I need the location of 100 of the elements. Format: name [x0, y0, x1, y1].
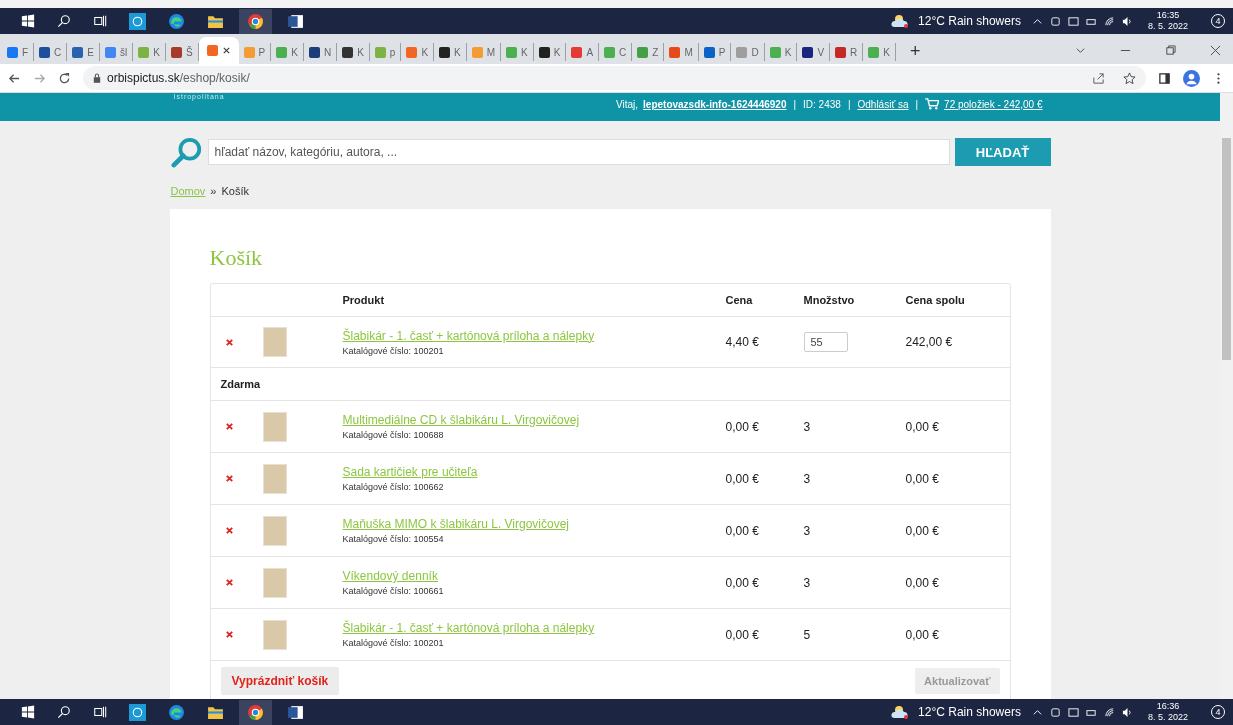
profile-avatar-icon[interactable]: [1183, 69, 1200, 87]
browser-tab[interactable]: P: [238, 43, 272, 61]
wifi-icon[interactable]: [1103, 15, 1115, 27]
price-cell-text: 0,00 €: [725, 419, 760, 434]
windows-start-icon[interactable]: [21, 705, 35, 719]
price-cell-text: 0,00 €: [725, 471, 760, 486]
total-cell-text: 0,00 €: [905, 419, 940, 434]
tray-monitor-icon[interactable]: [1067, 706, 1079, 718]
browser-tab[interactable]: M: [466, 43, 502, 61]
close-icon[interactable]: [1210, 45, 1221, 56]
speaker-icon[interactable]: [1121, 706, 1133, 718]
tray-monitor-icon[interactable]: [1067, 15, 1079, 27]
browser-tab[interactable]: F: [2, 43, 35, 61]
task-view-icon[interactable]: [93, 14, 107, 28]
speaker-icon[interactable]: [1121, 15, 1133, 27]
clock-time[interactable]: 16:35: [1156, 10, 1180, 21]
browser-tab[interactable]: A: [566, 43, 600, 61]
browser-tab[interactable]: K: [133, 43, 166, 61]
quantity-field[interactable]: 55: [803, 332, 848, 352]
browser-tab[interactable]: K: [271, 43, 304, 61]
browser-tab[interactable]: D: [731, 43, 765, 61]
browser-tab[interactable]: K: [501, 43, 534, 61]
product-thumbnail: [262, 327, 287, 357]
cart-summary-link[interactable]: 72 položiek - 242,00 €: [944, 98, 1043, 110]
empty-cart-button[interactable]: Vyprázdniť košík: [220, 667, 340, 695]
column-header: Cena spolu: [905, 294, 966, 306]
windows-start-icon[interactable]: [21, 14, 35, 28]
browser-tab[interactable]: V: [797, 43, 831, 61]
remove-icon[interactable]: [224, 526, 234, 535]
browser-tab[interactable]: šl: [100, 43, 134, 61]
weather-text[interactable]: 12°C Rain showers: [918, 705, 1021, 719]
username-link[interactable]: lepetovazsdk-info-1624446920: [643, 98, 787, 110]
browser-tab[interactable]: p: [369, 43, 402, 61]
word-icon[interactable]: [287, 703, 304, 721]
separator-text: |: [793, 98, 797, 110]
task-view-icon[interactable]: [93, 705, 107, 719]
browser-tab[interactable]: K: [337, 43, 370, 61]
price-cell-text: 0,00 €: [725, 523, 760, 538]
browser-tab[interactable]: K: [533, 43, 567, 61]
breadcrumb-current: Košík: [221, 185, 249, 197]
browser-tab[interactable]: N: [303, 43, 338, 61]
remove-icon[interactable]: [224, 337, 234, 347]
cart-icon[interactable]: [925, 98, 940, 110]
address-field[interactable]: orbispictus.sk/eshop/kosik/: [83, 66, 1146, 90]
remove-icon[interactable]: [224, 578, 234, 587]
browser-tab[interactable]: Z: [632, 43, 665, 61]
wifi-icon[interactable]: [1103, 706, 1115, 718]
remove-icon[interactable]: [224, 630, 234, 639]
catalog-number: Katalógové číslo: 100662: [342, 482, 445, 492]
restore-icon[interactable]: [1165, 45, 1176, 56]
clock-date[interactable]: 8. 5. 2022: [1147, 21, 1188, 32]
new-tab-button[interactable]: +: [895, 41, 935, 62]
product-thumbnail: [262, 411, 287, 442]
search-icon[interactable]: [57, 705, 71, 719]
close-icon[interactable]: [221, 46, 231, 55]
tray-app-icon[interactable]: [1049, 706, 1061, 718]
reload-icon[interactable]: [58, 71, 71, 85]
browser-tab[interactable]: C: [34, 43, 68, 61]
browser-tab[interactable]: K: [764, 43, 798, 61]
chrome-browser-icon[interactable]: [239, 699, 272, 725]
separator-text: |: [915, 98, 919, 110]
star-icon[interactable]: [1123, 71, 1136, 85]
app-icon[interactable]: [129, 703, 146, 721]
browser-tab[interactable]: R: [830, 43, 864, 61]
app-icon[interactable]: [129, 12, 146, 30]
weather-text[interactable]: 12°C Rain showers: [918, 14, 1021, 28]
browser-tab[interactable]: E: [67, 43, 100, 61]
browser-tab[interactable]: K: [434, 43, 467, 61]
total-cell-text: 0,00 €: [905, 627, 940, 642]
catalog-number: Katalógové číslo: 100688: [342, 430, 445, 440]
tray-app-icon[interactable]: [1049, 15, 1061, 27]
total-cell-text: 0,00 €: [905, 523, 940, 538]
word-icon[interactable]: [287, 12, 304, 30]
total-cell-text: 0,00 €: [905, 471, 940, 486]
browser-tab[interactable]: C: [599, 43, 633, 61]
search-button[interactable]: HĽADAŤ: [954, 138, 1051, 166]
greeting-text: Vitaj,: [616, 98, 639, 110]
browser-tab[interactable]: M: [664, 43, 699, 61]
share-icon[interactable]: [1092, 71, 1105, 85]
catalog-number: Katalógové číslo: 100661: [342, 586, 445, 596]
price-cell-text: 0,00 €: [725, 575, 760, 590]
edge-browser-icon[interactable]: [168, 703, 185, 721]
search-icon: [169, 136, 204, 168]
search-field[interactable]: hľadať názov, kategóriu, autora, ...: [207, 139, 950, 165]
logout-link[interactable]: Odhlásiť sa: [857, 98, 909, 110]
chrome-browser-icon[interactable]: [239, 8, 272, 34]
chevron-down-icon[interactable]: [1075, 45, 1086, 56]
clock-time[interactable]: 16:36: [1156, 701, 1180, 712]
remove-icon[interactable]: [224, 474, 234, 483]
browser-tab[interactable]: Š: [165, 43, 199, 61]
breadcrumb-separator: »: [210, 185, 217, 197]
quantity-cell: 3: [803, 419, 811, 434]
edge-browser-icon[interactable]: [168, 12, 185, 30]
clock-date[interactable]: 8. 5. 2022: [1147, 712, 1188, 723]
search-icon[interactable]: [57, 14, 71, 28]
browser-tab[interactable]: P: [698, 43, 732, 61]
side-panel-icon[interactable]: [1158, 71, 1171, 85]
browser-tab[interactable]: K: [401, 43, 435, 61]
browser-tab[interactable]: K: [863, 43, 896, 61]
remove-icon[interactable]: [224, 422, 234, 431]
